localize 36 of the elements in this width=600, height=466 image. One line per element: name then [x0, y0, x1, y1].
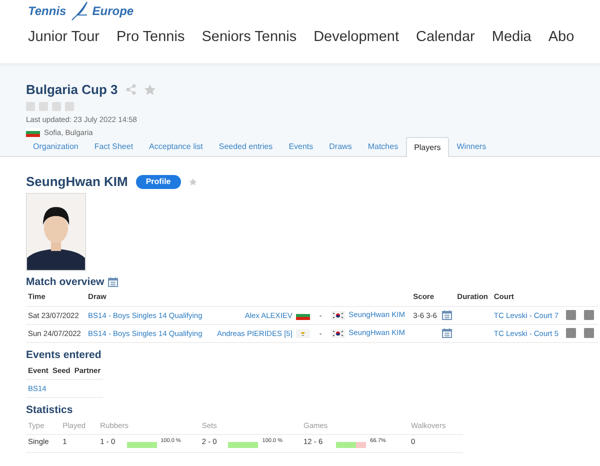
tab[interactable]: Events: [280, 136, 322, 156]
flag-icon: [330, 310, 345, 320]
tab[interactable]: Seeded entries: [210, 136, 281, 156]
profile-button[interactable]: Profile: [136, 175, 181, 189]
nav-link[interactable]: Media: [492, 29, 532, 46]
star-icon: [144, 84, 156, 96]
tab[interactable]: Acceptance list: [141, 136, 211, 156]
swoosh-icon: [70, 1, 88, 21]
nav-link[interactable]: Development: [314, 29, 400, 46]
nav-link[interactable]: Calendar: [416, 29, 475, 46]
tab[interactable]: Matches: [360, 136, 406, 156]
logo-text[interactable]: Europe: [92, 4, 134, 18]
tab[interactable]: Organization: [25, 136, 86, 156]
tab[interactable]: Fact Sheet: [86, 136, 142, 156]
share-icon: [126, 84, 136, 96]
tab[interactable]: Draws: [321, 136, 360, 156]
calendar-icon: [108, 276, 118, 287]
ratio-bar: [126, 442, 157, 448]
player-name: SeungHwan KIM: [26, 174, 128, 190]
logo-text[interactable]: Tennis: [28, 4, 66, 18]
tab[interactable]: Players: [406, 137, 449, 157]
tab[interactable]: Winners: [448, 136, 494, 156]
flag-icon: [330, 328, 345, 338]
ratio-bar: [336, 442, 366, 448]
calendar-icon: [442, 328, 452, 338]
ratio-bar: [228, 442, 258, 448]
nav-link[interactable]: Pro Tennis: [116, 29, 185, 46]
tournament-title: Bulgaria Cup 3: [26, 82, 118, 98]
section-title: Events entered: [26, 348, 102, 362]
section-title: Statistics: [26, 404, 74, 416]
nav-link[interactable]: Abo: [548, 29, 574, 46]
flag-icon: [296, 328, 310, 338]
nav-link[interactable]: Junior Tour: [28, 29, 100, 46]
calendar-icon: [442, 310, 452, 320]
section-title: Match overview: [26, 276, 104, 288]
nav-link[interactable]: Seniors Tennis: [202, 29, 297, 46]
